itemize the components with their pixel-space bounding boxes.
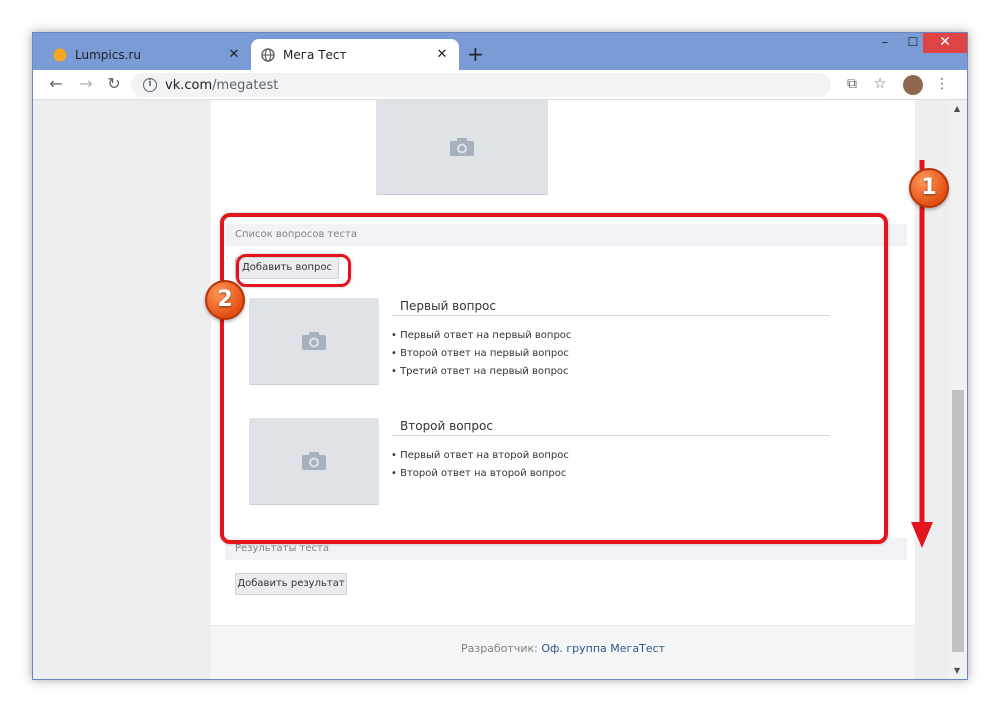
title-bar: Lumpics.ru ✕ Мега Тест ✕ + – ☐ ✕ [33, 33, 967, 70]
step-badge-2: 2 [205, 280, 245, 320]
camera-icon [450, 138, 474, 156]
footer-prefix: Разработчик: [460, 642, 538, 655]
tab-lumpics[interactable]: Lumpics.ru ✕ [43, 39, 251, 70]
scroll-down-arrow-icon[interactable]: ▼ [954, 666, 960, 675]
orange-circle-icon [53, 48, 67, 61]
address-bar[interactable]: i vk.com/megatest [131, 73, 831, 97]
tab-title: Lumpics.ru [75, 47, 141, 62]
info-icon[interactable]: i [143, 78, 157, 92]
menu-dots-icon[interactable]: ⋮ [931, 73, 953, 95]
developer-link[interactable]: Оф. группа МегаТест [541, 642, 665, 655]
reload-icon[interactable]: ↻ [103, 73, 125, 95]
step-badge-1: 1 [909, 168, 949, 208]
new-tab-button[interactable]: + [467, 42, 484, 66]
vertical-scrollbar[interactable]: ▲ ▼ [949, 100, 967, 679]
tab-title: Мега Тест [283, 47, 347, 62]
back-arrow-icon[interactable]: ← [45, 73, 67, 95]
page-footer: Разработчик: Оф. группа МегаТест [211, 625, 915, 679]
browser-toolbar: ← → ↻ i vk.com/megatest ⧉ ☆ ⋮ [33, 70, 967, 100]
globe-icon [261, 47, 275, 62]
scroll-thumb[interactable] [952, 390, 964, 652]
cover-image-placeholder[interactable] [376, 100, 548, 194]
address-domain: vk.com [165, 77, 213, 93]
scroll-up-arrow-icon[interactable]: ▲ [954, 104, 960, 113]
add-result-button[interactable]: Добавить результат [235, 573, 347, 595]
close-window-button[interactable]: ✕ [923, 33, 967, 53]
tab-megatest[interactable]: Мега Тест ✕ [251, 39, 459, 70]
scroll-down-arrow-annotation [911, 160, 933, 548]
profile-avatar[interactable] [903, 75, 923, 95]
extension-icon[interactable]: ⧉ [841, 73, 863, 95]
forward-arrow-icon[interactable]: → [75, 73, 97, 95]
minimize-button[interactable]: – [871, 33, 899, 53]
tab-close-icon[interactable]: ✕ [435, 47, 449, 62]
highlight-add-question-frame [236, 254, 351, 287]
address-path: /megatest [212, 77, 279, 93]
bookmark-star-icon[interactable]: ☆ [869, 73, 891, 95]
tab-close-icon[interactable]: ✕ [227, 47, 241, 62]
